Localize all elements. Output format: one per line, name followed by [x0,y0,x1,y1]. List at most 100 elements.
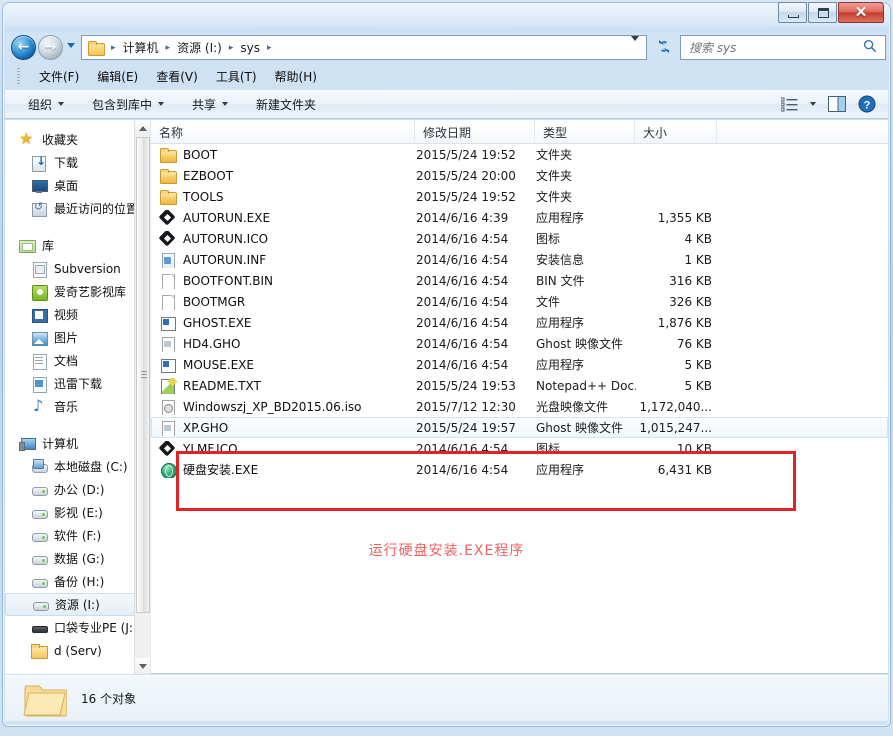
menu-edit[interactable]: 编辑(E) [89,66,146,87]
status-item-count: 16 个对象 [81,690,136,707]
cell-name: TOOLS [152,189,416,205]
table-row[interactable]: MOUSE.EXE2014/6/16 4:54应用程序5 KB [151,354,888,375]
video-icon [31,307,48,323]
breadcrumb-item-sys[interactable]: sys [237,39,263,57]
recent-pages-dropdown[interactable] [67,43,76,52]
view-dropdown-button[interactable] [810,102,816,106]
sidebar-group-2[interactable]: 计算机 [5,432,151,455]
table-row[interactable]: README.TXT2015/5/24 19:53Notepad++ Doc..… [151,375,888,396]
sidebar-item-label: 视频 [54,306,78,323]
table-row[interactable]: BOOT2015/5/24 19:52文件夹 [151,144,888,165]
close-button[interactable]: ✕ [838,2,884,23]
sidebar-item[interactable]: 音乐 [5,395,151,418]
sidebar-item-label: Subversion [54,262,121,276]
address-dropdown-button[interactable] [631,41,642,55]
help-button[interactable]: ? [858,95,876,113]
column-header-row: 名称 修改日期 类型 大小 [151,120,888,144]
menu-view[interactable]: 查看(V) [148,66,206,87]
sidebar-item[interactable]: 爱奇艺影视库 [5,280,151,303]
sidebar-item[interactable]: 数据 (G:) [5,547,151,570]
maximize-button[interactable] [808,2,837,23]
doc-icon [160,273,176,289]
sidebar-group-label: 库 [42,237,54,254]
sidebar-item[interactable]: 视频 [5,303,151,326]
new-folder-button[interactable]: 新建文件夹 [247,91,325,118]
table-row[interactable]: XP.GHO2015/5/24 19:57Ghost 映像文件1,015,247… [151,417,888,438]
scrollbar-thumb[interactable] [136,137,150,613]
scroll-down-button[interactable] [135,658,151,674]
sidebar-item[interactable]: Subversion [5,257,151,280]
table-row[interactable]: BOOTFONT.BIN2014/6/16 4:54BIN 文件316 KB [151,270,888,291]
sidebar-item[interactable]: 图片 [5,326,151,349]
help-icon: ? [858,95,876,113]
folder-icon [23,680,67,718]
cell-type: 应用程序 [536,209,636,226]
sidebar-item[interactable]: 办公 (D:) [5,478,151,501]
include-in-library-button[interactable]: 包含到库中 [83,91,173,118]
table-row[interactable]: BOOTMGR2014/6/16 4:54文件326 KB [151,291,888,312]
hdd-icon [32,597,49,613]
sidebar-item[interactable]: 迅雷下载 [5,372,151,395]
sidebar-item[interactable]: 口袋专业PE (J:) [5,616,151,639]
column-header-date[interactable]: 修改日期 [415,120,535,144]
minimize-button[interactable] [778,2,807,23]
file-name-label: AUTORUN.ICO [183,232,268,246]
menu-help[interactable]: 帮助(H) [267,66,325,87]
globe-icon [160,462,176,478]
table-row[interactable]: AUTORUN.EXE2014/6/16 4:39应用程序1,355 KB [151,207,888,228]
table-row[interactable]: GHOST.EXE2014/6/16 4:54应用程序1,876 KB [151,312,888,333]
table-row[interactable]: EZBOOT2015/5/24 20:00文件夹 [151,165,888,186]
breadcrumb-item-computer[interactable]: 计算机 [120,37,162,58]
sidebar-group-0[interactable]: 收藏夹 [5,128,151,151]
forward-button[interactable]: → [38,35,63,60]
search-box[interactable] [680,35,886,60]
sidebar-item[interactable]: 软件 (F:) [5,524,151,547]
menu-file[interactable]: 文件(F) [31,66,87,87]
search-input[interactable] [681,40,863,56]
breadcrumb-separator-1[interactable]: ▸ [162,43,175,53]
change-view-button[interactable] [781,97,798,112]
file-name-label: Windowszj_XP_BD2015.06.iso [183,400,362,414]
organize-button[interactable]: 组织 [19,91,73,118]
sidebar-group-1[interactable]: 库 [5,234,151,257]
sidebar-item[interactable]: 文档 [5,349,151,372]
column-header-size[interactable]: 大小 [635,120,717,144]
file-name-label: 硬盘安装.EXE [183,461,258,478]
toolbar-right-group: ? [769,95,888,113]
down-icon [31,155,48,171]
sidebar-item[interactable]: 备份 (H:) [5,570,151,593]
refresh-button[interactable] [653,36,675,59]
table-row[interactable]: 硬盘安装.EXE2014/6/16 4:54应用程序6,431 KB [151,459,888,480]
sidebar-item[interactable]: 下载 [5,151,151,174]
star-icon [19,132,36,148]
table-row[interactable]: Windowszj_XP_BD2015.06.iso2015/7/12 12:3… [151,396,888,417]
back-button[interactable]: ← [11,35,36,60]
sidebar-item[interactable]: 资源 (I:) [5,593,145,616]
table-row[interactable]: AUTORUN.INF2014/6/16 4:54安装信息1 KB [151,249,888,270]
file-list-pane: 名称 修改日期 类型 大小 BOOT2015/5/24 19:52文件夹EZBO… [151,120,888,673]
column-header-name[interactable]: 名称 [151,120,415,144]
table-row[interactable]: TOOLS2015/5/24 19:52文件夹 [151,186,888,207]
scroll-up-button[interactable] [135,120,151,136]
sidebar-item[interactable]: d (Serv) [5,639,151,662]
share-button[interactable]: 共享 [183,91,237,118]
navigation-scrollbar[interactable] [134,120,150,674]
sidebar-item[interactable]: 桌面 [5,174,151,197]
breadcrumb-item-drive[interactable]: 资源 (I:) [174,37,225,58]
breadcrumb-separator-2[interactable]: ▸ [225,43,238,53]
breadcrumb-separator-3[interactable]: ▸ [263,43,276,53]
column-header-type[interactable]: 类型 [535,120,635,144]
sidebar-group-label: 计算机 [42,435,78,452]
menu-tools[interactable]: 工具(T) [208,66,265,87]
address-bar[interactable]: ▸ 计算机 ▸ 资源 (I:) ▸ sys ▸ [81,35,647,60]
menu-gripper[interactable] [17,68,20,84]
table-row[interactable]: YLMF.ICO2014/6/16 4:54图标10 KB [151,438,888,459]
preview-pane-button[interactable] [828,96,846,112]
table-row[interactable]: HD4.GHO2014/6/16 4:54Ghost 映像文件76 KB [151,333,888,354]
sidebar-item[interactable]: 影视 (E:) [5,501,151,524]
cell-date: 2014/6/16 4:54 [416,232,536,246]
sidebar-item[interactable]: 本地磁盘 (C:) [5,455,151,478]
table-row[interactable]: AUTORUN.ICO2014/6/16 4:54图标4 KB [151,228,888,249]
sidebar-item[interactable]: 最近访问的位置 [5,197,151,220]
breadcrumb-separator-0[interactable]: ▸ [107,43,120,53]
